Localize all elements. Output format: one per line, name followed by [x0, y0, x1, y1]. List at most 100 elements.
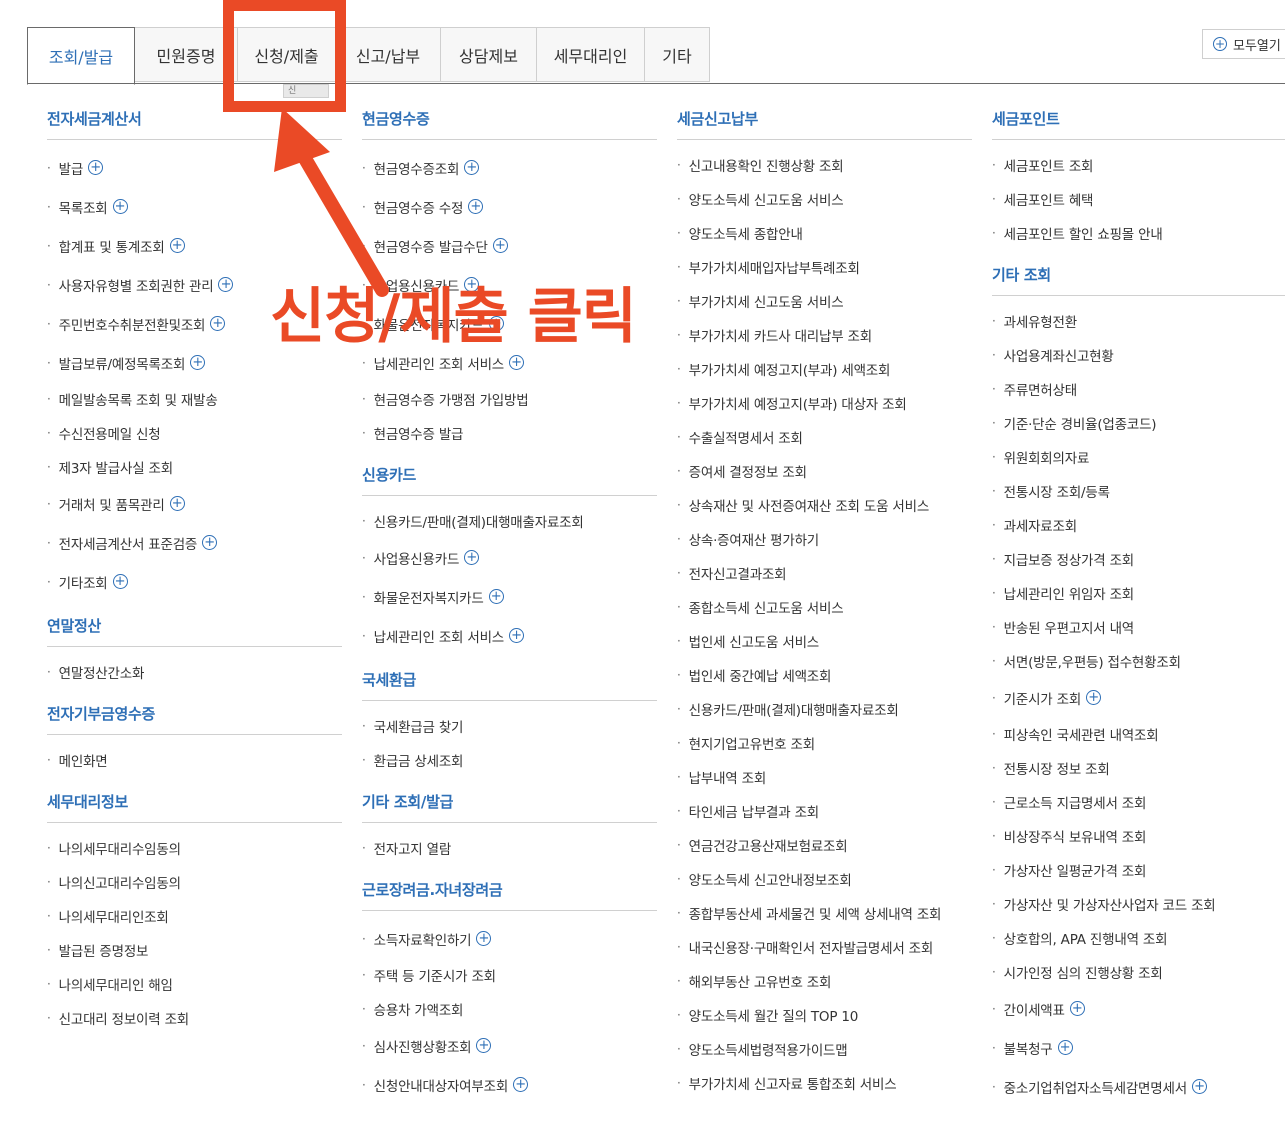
- menu-item[interactable]: 기준시가 조회 +: [992, 678, 1285, 717]
- expand-plus-icon[interactable]: +: [1069, 1001, 1085, 1016]
- menu-item[interactable]: 시가인정 심의 진행상황 조회: [992, 955, 1285, 989]
- menu-item[interactable]: 상속재산 및 사전증여재산 조회 도움 서비스: [677, 488, 972, 522]
- menu-item[interactable]: 신용카드/판매(결제)대행매출자료조회: [362, 504, 657, 538]
- menu-item[interactable]: 납부내역 조회: [677, 760, 972, 794]
- menu-item[interactable]: 가상자산 일평균가격 조회: [992, 853, 1285, 887]
- menu-item[interactable]: 거래처 및 품목관리 +: [47, 484, 342, 523]
- expand-plus-icon[interactable]: +: [112, 574, 128, 589]
- menu-item[interactable]: 피상속인 국세관련 내역조회: [992, 717, 1285, 751]
- menu-item[interactable]: 합계표 및 통계조회 +: [47, 226, 342, 265]
- menu-item[interactable]: 부가가치세 예정고지(부과) 세액조회: [677, 352, 972, 386]
- menu-item[interactable]: 양도소득세 신고안내정보조회: [677, 862, 972, 896]
- menu-item[interactable]: 사업용신용카드 +: [362, 538, 657, 577]
- menu-item[interactable]: 승용차 가액조회: [362, 992, 657, 1026]
- menu-item[interactable]: 나의세무대리인 해임: [47, 967, 342, 1001]
- tab-1[interactable]: 민원증명: [135, 27, 238, 82]
- menu-item[interactable]: 연말정산간소화: [47, 655, 342, 689]
- menu-item[interactable]: 근로소득 지급명세서 조회: [992, 785, 1285, 819]
- menu-item[interactable]: 전자고지 열람: [362, 831, 657, 865]
- expand-plus-icon[interactable]: +: [169, 496, 185, 511]
- menu-item[interactable]: 가상자산 및 가상자산사업자 코드 조회: [992, 887, 1285, 921]
- menu-item[interactable]: 전자세금계산서 표준검증 +: [47, 523, 342, 562]
- menu-item[interactable]: 세금포인트 조회: [992, 148, 1285, 182]
- menu-item[interactable]: 신용카드/판매(결제)대행매출자료조회: [677, 692, 972, 726]
- menu-item[interactable]: 전통시장 조회/등록: [992, 474, 1285, 508]
- menu-item[interactable]: 제3자 발급사실 조회: [47, 450, 342, 484]
- expand-plus-icon[interactable]: +: [112, 199, 128, 214]
- menu-item[interactable]: 간이세액표 +: [992, 989, 1285, 1028]
- menu-item[interactable]: 양도소득세 신고도움 서비스: [677, 182, 972, 216]
- menu-item[interactable]: 현금영수증 발급수단 +: [362, 226, 657, 265]
- menu-item[interactable]: 현지기업고유번호 조회: [677, 726, 972, 760]
- menu-item[interactable]: 납세관리인 조회 서비스 +: [362, 616, 657, 655]
- menu-item[interactable]: 종합소득세 신고도움 서비스: [677, 590, 972, 624]
- menu-item[interactable]: 발급 +: [47, 148, 342, 187]
- menu-item[interactable]: 메인화면: [47, 743, 342, 777]
- menu-item[interactable]: 심사진행상황조회 +: [362, 1026, 657, 1065]
- expand-plus-icon[interactable]: +: [218, 277, 234, 292]
- expand-all-button[interactable]: + 모두열기: [1202, 29, 1285, 59]
- expand-plus-icon[interactable]: +: [513, 1077, 529, 1092]
- expand-plus-icon[interactable]: +: [210, 316, 226, 331]
- menu-item[interactable]: 위원회회의자료: [992, 440, 1285, 474]
- expand-plus-icon[interactable]: +: [1086, 690, 1102, 705]
- menu-item[interactable]: 목록조회 +: [47, 187, 342, 226]
- menu-item[interactable]: 현금영수증 가맹점 가입방법: [362, 382, 657, 416]
- menu-item[interactable]: 나의신고대리수임동의: [47, 865, 342, 899]
- menu-item[interactable]: 내국신용장·구매확인서 전자발급명세서 조회: [677, 930, 972, 964]
- menu-item[interactable]: 부가가치세 예정고지(부과) 대상자 조회: [677, 386, 972, 420]
- menu-item[interactable]: 발급된 증명정보: [47, 933, 342, 967]
- expand-plus-icon[interactable]: +: [476, 1038, 492, 1053]
- menu-item[interactable]: 법인세 중간예납 세액조회: [677, 658, 972, 692]
- menu-item[interactable]: 기타조회 +: [47, 562, 342, 601]
- expand-plus-icon[interactable]: +: [169, 238, 185, 253]
- menu-item[interactable]: 과세유형전환: [992, 304, 1285, 338]
- menu-item[interactable]: 납세관리인 위임자 조회: [992, 576, 1285, 610]
- expand-plus-icon[interactable]: +: [488, 589, 504, 604]
- menu-item[interactable]: 연금건강고용산재보험료조회: [677, 828, 972, 862]
- menu-item[interactable]: 세금포인트 할인 쇼핑몰 안내: [992, 216, 1285, 250]
- menu-item[interactable]: 전통시장 정보 조회: [992, 751, 1285, 785]
- menu-item[interactable]: 서면(방문,우편등) 접수현황조회: [992, 644, 1285, 678]
- menu-item[interactable]: 양도소득세 종합안내: [677, 216, 972, 250]
- menu-item[interactable]: 신고내용확인 진행상황 조회: [677, 148, 972, 182]
- menu-item[interactable]: 메일발송목록 조회 및 재발송: [47, 382, 342, 416]
- tab-3[interactable]: 신고/납부: [336, 27, 441, 82]
- menu-item[interactable]: 현금영수증조회 +: [362, 148, 657, 187]
- menu-item[interactable]: 기준·단순 경비율(업종코드): [992, 406, 1285, 440]
- expand-plus-icon[interactable]: +: [1057, 1040, 1073, 1055]
- menu-item[interactable]: 현금영수증 수정 +: [362, 187, 657, 226]
- expand-plus-icon[interactable]: +: [492, 238, 508, 253]
- menu-item[interactable]: 양도소득세 월간 질의 TOP 10: [677, 998, 972, 1032]
- menu-item[interactable]: 사업용계좌신고현황: [992, 338, 1285, 372]
- menu-item[interactable]: 전자신고결과조회: [677, 556, 972, 590]
- menu-item[interactable]: 해외부동산 고유번호 조회: [677, 964, 972, 998]
- menu-item[interactable]: 부가가치세 신고도움 서비스: [677, 284, 972, 318]
- menu-item[interactable]: 중소기업취업자소득세감면명세서+: [992, 1067, 1285, 1106]
- menu-item[interactable]: 수신전용메일 신청: [47, 416, 342, 450]
- menu-item[interactable]: 신고대리 정보이력 조회: [47, 1001, 342, 1035]
- menu-item[interactable]: 나의세무대리인조회: [47, 899, 342, 933]
- expand-plus-icon[interactable]: +: [464, 550, 480, 565]
- expand-plus-icon[interactable]: +: [202, 535, 218, 550]
- menu-item[interactable]: 반송된 우편고지서 내역: [992, 610, 1285, 644]
- menu-item[interactable]: 상속·증여재산 평가하기: [677, 522, 972, 556]
- expand-plus-icon[interactable]: +: [464, 160, 480, 175]
- menu-item[interactable]: 지급보증 정상가격 조회: [992, 542, 1285, 576]
- menu-item[interactable]: 타인세금 납부결과 조회: [677, 794, 972, 828]
- menu-item[interactable]: 신청안내대상자여부조회 +: [362, 1065, 657, 1104]
- menu-item[interactable]: 증여세 결정정보 조회: [677, 454, 972, 488]
- menu-item[interactable]: 상호합의, APA 진행내역 조회: [992, 921, 1285, 955]
- expand-plus-icon[interactable]: +: [509, 355, 525, 370]
- expand-plus-icon[interactable]: +: [190, 355, 206, 370]
- tab-0[interactable]: 조회/발급: [27, 27, 135, 85]
- menu-item[interactable]: 종합부동산세 과세물건 및 세액 상세내역 조회: [677, 896, 972, 930]
- menu-item[interactable]: 현금영수증 발급: [362, 416, 657, 450]
- expand-plus-icon[interactable]: +: [88, 160, 104, 175]
- menu-item[interactable]: 과세자료조회: [992, 508, 1285, 542]
- expand-plus-icon[interactable]: +: [509, 628, 525, 643]
- tab-6[interactable]: 기타: [645, 27, 710, 82]
- expand-plus-icon[interactable]: +: [1191, 1079, 1207, 1094]
- menu-item[interactable]: 세금포인트 혜택: [992, 182, 1285, 216]
- tab-5[interactable]: 세무대리인: [537, 27, 645, 82]
